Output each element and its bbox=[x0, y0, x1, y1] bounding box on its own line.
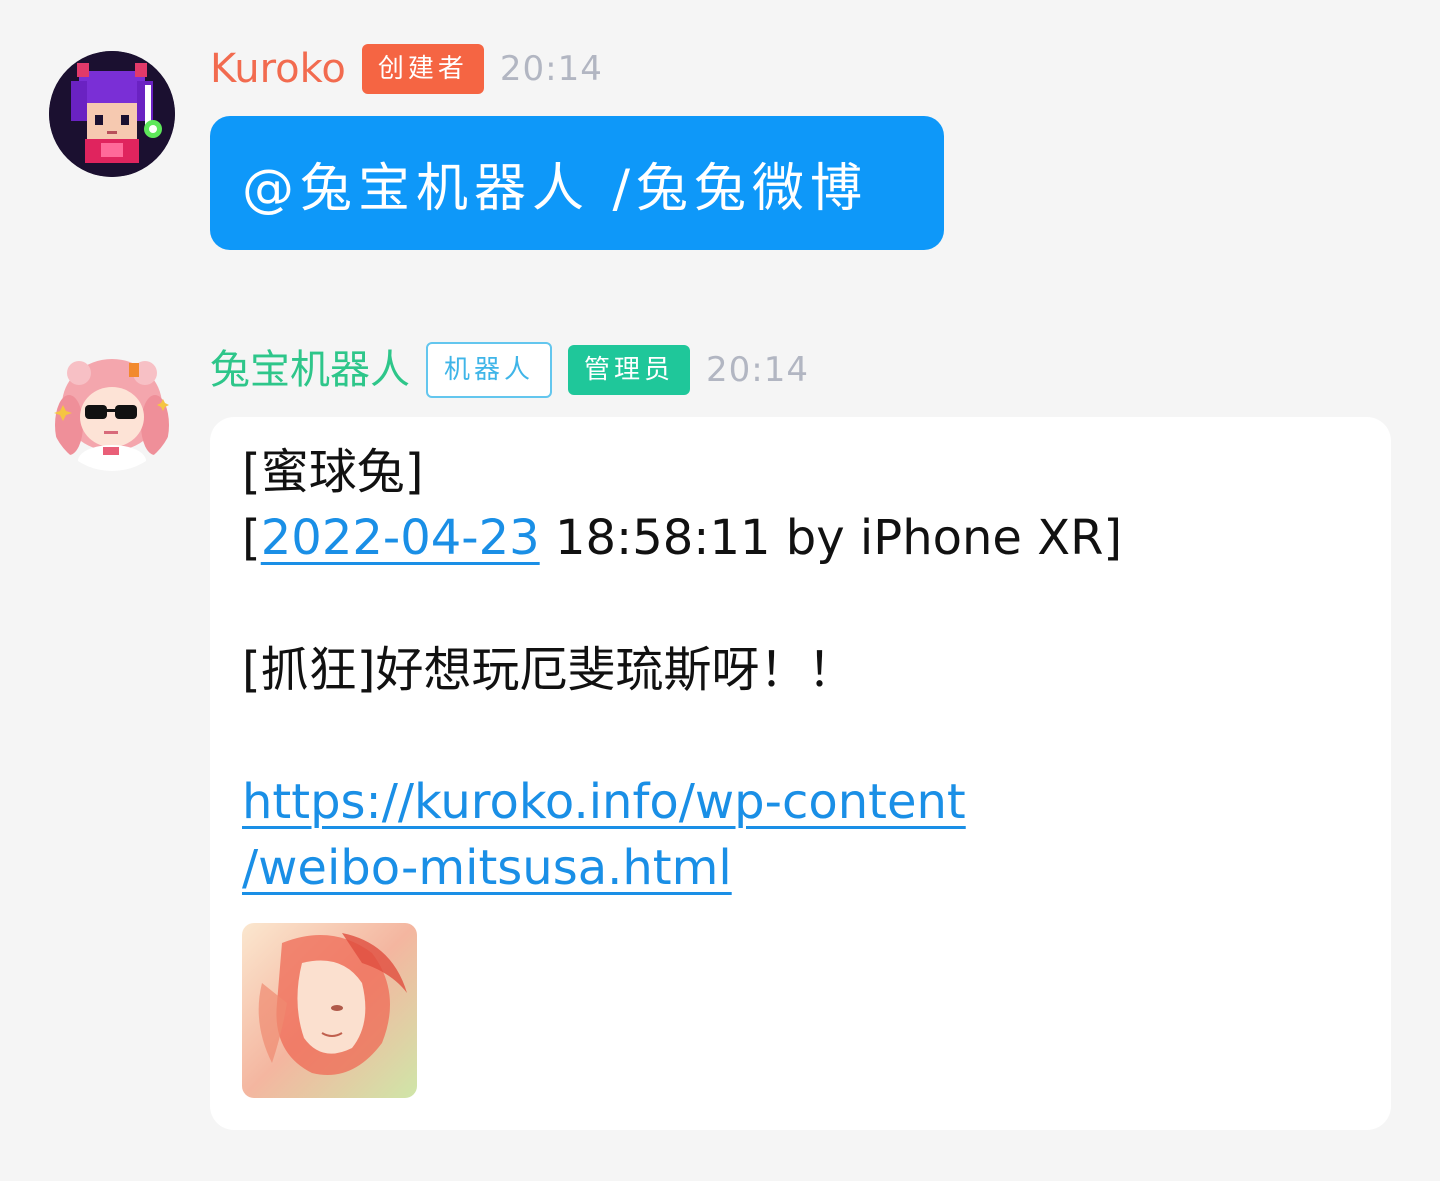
anime-art-thumbnail-icon bbox=[242, 923, 417, 1098]
bracket-open: [ bbox=[242, 510, 261, 566]
message-bubble[interactable]: [蜜球兔] [2022-04-23 18:58:11 by iPhone XR]… bbox=[210, 417, 1391, 1130]
message-kuroko: Kuroko 创建者 20:14 @兔宝机器人 /兔兔微博 bbox=[0, 0, 1440, 300]
sender-name[interactable]: 兔宝机器人 bbox=[210, 342, 410, 398]
post-url-link[interactable]: https://kuroko.info/wp-content bbox=[242, 769, 1359, 835]
creator-badge: 创建者 bbox=[361, 44, 484, 94]
post-url-link-continued[interactable]: /weibo-mitsusa.html bbox=[242, 835, 1359, 901]
post-meta-line: [2022-04-23 18:58:11 by iPhone XR] bbox=[242, 505, 1359, 571]
message-time: 20:14 bbox=[706, 350, 810, 390]
message-header: 兔宝机器人 机器人 管理员 20:14 bbox=[210, 342, 809, 398]
avatar-kuroko[interactable] bbox=[49, 51, 175, 177]
post-image-thumbnail[interactable] bbox=[242, 923, 417, 1098]
admin-badge: 管理员 bbox=[568, 345, 691, 395]
post-body: [抓狂]好想玩厄斐琉斯呀！！ bbox=[242, 642, 856, 698]
post-meta-rest: 18:58:11 by iPhone XR] bbox=[539, 510, 1123, 566]
post-author-line: [蜜球兔] bbox=[242, 444, 424, 500]
post-date-link[interactable]: 2022-04-23 bbox=[261, 510, 540, 566]
message-bubble[interactable]: @兔宝机器人 /兔兔微博 bbox=[210, 116, 944, 250]
anime-girl-icon bbox=[49, 345, 175, 471]
message-time: 20:14 bbox=[499, 49, 603, 89]
message-header: Kuroko 创建者 20:14 bbox=[210, 41, 603, 97]
avatar-bot[interactable] bbox=[49, 345, 175, 471]
message-text: @兔宝机器人 /兔兔微博 bbox=[242, 158, 869, 219]
sender-name[interactable]: Kuroko bbox=[210, 41, 346, 97]
pixel-character-icon bbox=[49, 51, 175, 177]
bot-badge: 机器人 bbox=[426, 342, 553, 398]
message-bot: 兔宝机器人 机器人 管理员 20:14 [蜜球兔] [2022-04-23 18… bbox=[0, 330, 1440, 1150]
